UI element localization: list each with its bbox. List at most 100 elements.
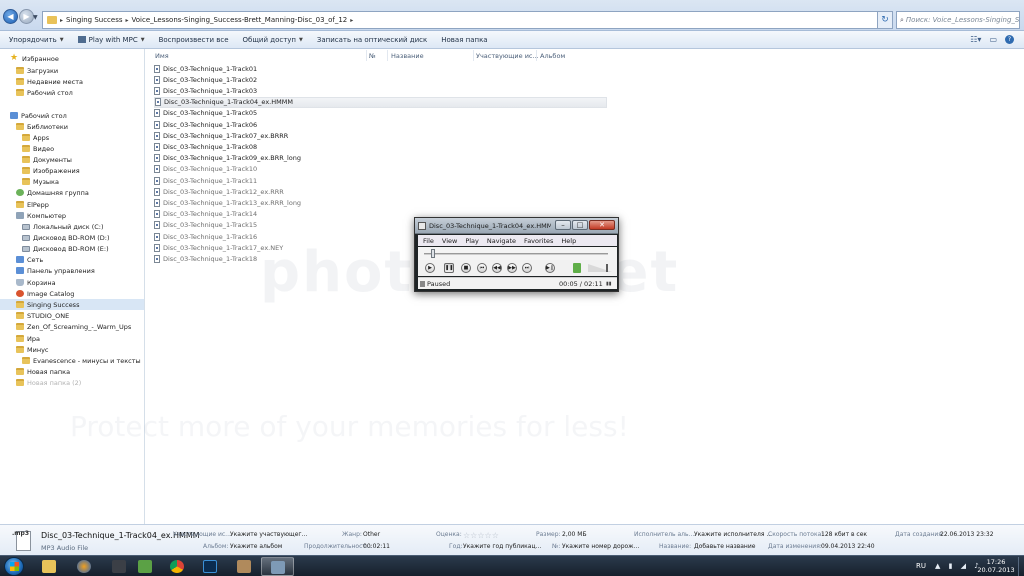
breadcrumb-disc-folder[interactable]: Voice_Lessons-Singing_Success-Brett_Mann… <box>132 16 348 24</box>
refresh-icon[interactable]: ↻ <box>877 11 893 29</box>
details-value[interactable]: Укажите исполнителя ... <box>694 531 772 538</box>
nav-item[interactable]: ElPepp <box>16 199 49 210</box>
rating-stars[interactable]: ☆☆☆☆☆ <box>463 531 499 540</box>
clock[interactable]: 17:26 20.07.2013 <box>976 558 1016 574</box>
column-header-track-number[interactable]: № <box>369 52 376 60</box>
nav-item[interactable]: Zen_Of_Screaming_-_Warm_Ups <box>16 321 131 332</box>
language-indicator[interactable]: RU <box>916 562 926 570</box>
details-value[interactable]: Укажите номер дорож... <box>562 543 639 550</box>
nav-item[interactable]: Сеть <box>16 254 43 265</box>
menu-help[interactable]: Help <box>561 237 576 245</box>
help-icon[interactable]: ? <box>1005 35 1014 44</box>
rewind-icon[interactable]: ◀◀ <box>492 263 502 273</box>
new-folder-button[interactable]: Новая папка <box>441 36 487 44</box>
volume-handle[interactable] <box>606 264 608 272</box>
play-with-button[interactable]: Play with MPC ▼ <box>77 36 145 44</box>
column-divider[interactable] <box>473 50 474 61</box>
menu-navigate[interactable]: Navigate <box>487 237 516 245</box>
breadcrumb-singing-success[interactable]: Singing Success <box>66 16 123 24</box>
nav-item[interactable]: Документы <box>22 154 72 165</box>
taskbar-archive[interactable] <box>228 557 261 576</box>
column-divider[interactable] <box>366 50 367 61</box>
column-divider[interactable] <box>387 50 388 61</box>
chevron-right-icon[interactable]: ▸ <box>350 17 353 24</box>
details-value[interactable]: Укажите альбом <box>230 543 282 550</box>
nav-item[interactable]: Ира <box>16 333 40 344</box>
file-row[interactable]: Disc_03-Technique_1-Track01 <box>154 63 257 74</box>
nav-item[interactable]: Singing Success <box>0 299 144 310</box>
start-button[interactable] <box>4 557 24 576</box>
nav-item[interactable]: Компьютер <box>16 210 66 221</box>
file-row[interactable]: Disc_03-Technique_1-Track06 <box>154 119 257 130</box>
chevron-right-icon[interactable]: ▸ <box>60 17 63 24</box>
file-row[interactable]: Disc_03-Technique_1-Track16 <box>154 231 257 242</box>
nav-item[interactable]: ★ Избранное <box>10 53 59 64</box>
seek-bar[interactable] <box>418 247 617 260</box>
nav-item[interactable]: Evanescence - минусы и тексты <box>22 355 141 366</box>
taskbar-media-player[interactable] <box>68 557 101 576</box>
speaker-icon[interactable] <box>573 263 581 273</box>
prev-icon[interactable]: ⏮ <box>477 263 487 273</box>
volume-slider[interactable] <box>588 264 612 272</box>
stop-icon[interactable]: ■ <box>461 263 471 273</box>
nav-item[interactable]: Библиотеки <box>16 121 68 132</box>
nav-item[interactable]: Рабочий стол <box>10 110 67 121</box>
nav-item[interactable]: Недавние места <box>16 76 83 87</box>
nav-item[interactable]: Новая папка <box>16 366 70 377</box>
nav-item[interactable]: Минус <box>16 344 49 355</box>
taskbar-mpc[interactable] <box>261 557 294 576</box>
address-path[interactable]: ▸ Singing Success ▸ Voice_Lessons-Singin… <box>42 11 885 29</box>
file-row[interactable]: Disc_03-Technique_1-Track11 <box>154 175 257 186</box>
taskbar-chrome[interactable] <box>161 557 194 576</box>
back-button[interactable]: ◀ <box>3 9 18 24</box>
column-header-album[interactable]: Альбом <box>540 52 565 60</box>
tray-icons[interactable]: ▲ ▮ ◢ ♪ <box>935 562 982 570</box>
nav-item[interactable]: Корзина <box>16 277 56 288</box>
column-header-title[interactable]: Название <box>391 52 424 60</box>
file-row[interactable]: Disc_03-Technique_1-Track03 <box>154 85 257 96</box>
file-row[interactable]: Disc_03-Technique_1-Track10 <box>154 164 257 175</box>
nav-item[interactable]: Видео <box>22 143 54 154</box>
details-value[interactable]: Добавьте название <box>694 543 755 550</box>
preview-pane-icon[interactable]: ▭ <box>989 35 997 44</box>
file-row[interactable]: Disc_03-Technique_1-Track15 <box>154 220 257 231</box>
menu-view[interactable]: View <box>442 237 457 245</box>
file-row[interactable]: Disc_03-Technique_1-Track14 <box>154 209 257 220</box>
taskbar-notepad[interactable] <box>129 557 162 576</box>
nav-item[interactable]: Новая папка (2) <box>16 377 81 388</box>
forward-button[interactable]: ▶ <box>19 9 34 24</box>
file-row[interactable]: Disc_03-Technique_1-Track09_ex.BRR_long <box>154 153 301 164</box>
column-divider[interactable] <box>536 50 537 61</box>
nav-item[interactable]: Панель управления <box>16 265 95 276</box>
share-button[interactable]: Общий доступ ▼ <box>243 36 303 44</box>
organize-button[interactable]: Упорядочить ▼ <box>9 36 64 44</box>
search-input[interactable]: ⌕ Поиск: Voice_Lessons-Singing_Success..… <box>896 11 1020 29</box>
menu-favorites[interactable]: Favorites <box>524 237 553 245</box>
history-dropdown-icon[interactable]: ▼ <box>33 14 38 21</box>
minimize-button[interactable]: – <box>555 220 571 230</box>
file-row[interactable]: Disc_03-Technique_1-Track07_ex.BRRR <box>154 130 288 141</box>
taskbar-photoshop[interactable] <box>194 557 227 576</box>
play-icon[interactable]: ▶ <box>425 263 435 273</box>
step-icon[interactable]: ▶▶ <box>507 263 517 273</box>
file-row[interactable]: Disc_03-Technique_1-Track04_ex.HMMM <box>154 96 607 108</box>
play-all-button[interactable]: Воспроизвести все <box>159 36 229 44</box>
nav-item[interactable]: Дисковод BD-ROM (D:) <box>22 232 110 243</box>
column-header-name[interactable]: Имя <box>155 52 169 60</box>
nav-item[interactable]: Загрузки <box>16 65 58 76</box>
file-row[interactable]: Disc_03-Technique_1-Track02 <box>154 74 257 85</box>
menu-file[interactable]: File <box>423 237 434 245</box>
media-player-window[interactable]: Disc_03-Technique_1-Track04_ex.HMMM.m...… <box>414 217 619 292</box>
file-row[interactable]: Disc_03-Technique_1-Track05 <box>154 108 257 119</box>
close-button[interactable]: ✕ <box>589 220 615 230</box>
nav-item[interactable]: Локальный диск (C:) <box>22 221 104 232</box>
nav-item[interactable]: STUDIO_ONE <box>16 310 69 321</box>
maximize-button[interactable]: □ <box>572 220 588 230</box>
show-desktop-button[interactable] <box>1018 557 1024 576</box>
frame-step-icon[interactable]: ▶❙ <box>545 263 555 273</box>
seek-handle[interactable] <box>430 249 435 258</box>
column-header-artists[interactable]: Участвующие ис... <box>476 52 539 60</box>
file-row[interactable]: Disc_03-Technique_1-Track17_ex.NEY <box>154 242 283 253</box>
next-icon[interactable]: ⏭ <box>522 263 532 273</box>
details-value[interactable]: Укажите год публикац... <box>463 543 541 550</box>
